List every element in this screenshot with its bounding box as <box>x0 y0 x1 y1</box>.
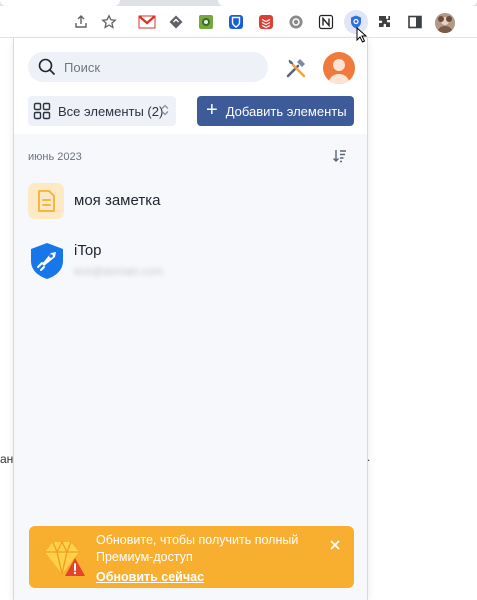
search-icon <box>38 58 56 76</box>
user-icon <box>328 59 350 84</box>
banner-message: Обновите, чтобы получить полный Премиум-… <box>96 533 299 564</box>
add-items-label: Добавить элементы <box>225 103 347 119</box>
puzzle-extensions-icon[interactable] <box>374 11 396 33</box>
bitwarden-icon[interactable] <box>225 11 247 33</box>
browser-toolbar <box>0 6 477 38</box>
crown-warning-icon <box>41 536 87 580</box>
photo-ext-icon[interactable] <box>195 11 217 33</box>
add-items-button[interactable]: + Добавить элементы <box>197 96 354 126</box>
upgrade-banner: Обновите, чтобы получить полный Премиум-… <box>29 526 354 588</box>
page-text-fragment-left: ан <box>0 452 14 466</box>
password-manager-popup: Все элементы (2) + Добавить элементы июн… <box>13 38 368 600</box>
circle-ext-icon[interactable] <box>285 11 307 33</box>
note-icon <box>28 183 64 219</box>
screen: { "popup": { "search": { "placeholder": … <box>0 0 477 600</box>
gmail-icon[interactable] <box>136 11 158 33</box>
item-title: iTop <box>74 242 102 259</box>
item-title: моя заметка <box>74 192 161 209</box>
upgrade-now-link[interactable]: Обновить сейчас <box>96 570 204 584</box>
list-item-note[interactable]: моя заметка <box>14 177 367 223</box>
tools-button[interactable] <box>282 54 310 82</box>
bookmark-star-icon[interactable] <box>98 11 120 33</box>
search-box[interactable] <box>28 52 268 82</box>
item-username: text@domain.com <box>74 266 163 278</box>
list-item-login[interactable]: iTop text@domain.com <box>14 236 367 282</box>
search-input[interactable] <box>64 59 254 75</box>
items-filter-dropdown[interactable]: Все элементы (2) <box>28 96 176 126</box>
side-panel-icon[interactable] <box>404 11 426 33</box>
notion-icon[interactable] <box>315 11 337 33</box>
feedly-icon[interactable] <box>165 11 187 33</box>
account-avatar[interactable] <box>323 52 355 84</box>
grid-icon <box>33 102 51 120</box>
mouse-cursor-icon <box>356 26 368 43</box>
sort-icon <box>333 150 346 163</box>
todoist-icon[interactable] <box>255 11 277 33</box>
popup-header: Все элементы (2) + Добавить элементы <box>14 38 367 134</box>
filter-label: Все элементы (2) <box>58 103 164 119</box>
profile-avatar[interactable] <box>435 13 455 33</box>
share-icon[interactable] <box>70 11 92 33</box>
itop-logo-icon <box>28 242 64 279</box>
sort-button[interactable] <box>332 148 348 164</box>
month-group-label: июнь 2023 <box>28 151 82 163</box>
tools-icon <box>286 59 306 78</box>
plus-icon: + <box>206 99 218 121</box>
close-icon[interactable] <box>329 538 341 550</box>
sort-updown-icon <box>161 104 169 116</box>
